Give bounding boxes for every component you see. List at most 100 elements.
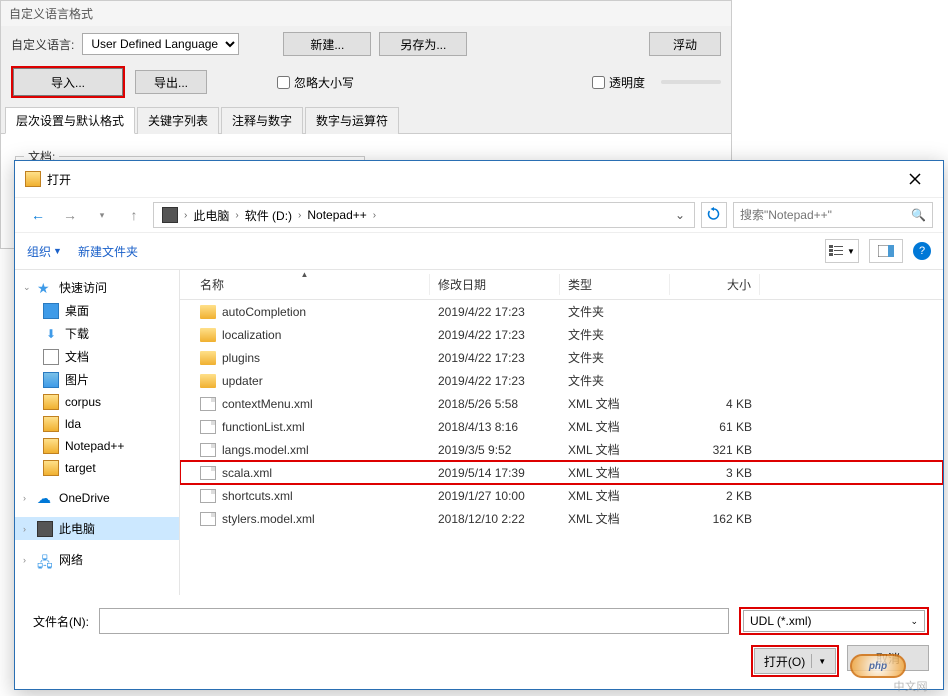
file-name: updater xyxy=(222,374,263,388)
file-size: 3 KB xyxy=(670,465,760,481)
file-row[interactable]: contextMenu.xml2018/5/26 5:58XML 文档4 KB xyxy=(180,392,943,415)
file-size xyxy=(670,380,760,382)
file-row[interactable]: shortcuts.xml2019/1/27 10:00XML 文档2 KB xyxy=(180,484,943,507)
file-type: XML 文档 xyxy=(560,509,670,528)
breadcrumb-dropdown[interactable]: ⌄ xyxy=(670,208,690,222)
search-input[interactable] xyxy=(740,208,911,222)
preview-pane-button[interactable] xyxy=(869,239,903,263)
file-type: XML 文档 xyxy=(560,394,670,413)
bc-seg-0[interactable]: 此电脑 xyxy=(189,207,233,224)
refresh-button[interactable] xyxy=(701,202,727,228)
file-name: contextMenu.xml xyxy=(222,397,313,411)
file-name: shortcuts.xml xyxy=(222,489,293,503)
bc-root-icon[interactable] xyxy=(158,207,182,223)
close-button[interactable] xyxy=(897,167,933,191)
document-icon xyxy=(43,349,59,365)
breadcrumb[interactable]: › 此电脑 › 软件 (D:) › Notepad++ › ⌄ xyxy=(153,202,695,228)
col-header-name[interactable]: ▲名称 xyxy=(180,274,430,295)
nav-back-button[interactable]: ← xyxy=(25,202,51,228)
sidebar: ⌄ ★ 快速访问 桌面 ⬇下载 文档 图片 corpus lda Notepad… xyxy=(15,270,180,595)
newfolder-button[interactable]: 新建文件夹 xyxy=(78,243,138,260)
file-filter-select[interactable]: UDL (*.xml) ⌄ xyxy=(743,610,925,632)
tab-keywords[interactable]: 关键字列表 xyxy=(137,107,219,134)
file-name: autoCompletion xyxy=(222,305,306,319)
dialog-icon xyxy=(25,171,41,187)
new-button[interactable]: 新建... xyxy=(283,32,371,56)
sidebar-item-onedrive[interactable]: ›☁OneDrive xyxy=(15,487,179,509)
expand-icon[interactable]: › xyxy=(23,493,26,503)
col-header-size[interactable]: 大小 xyxy=(670,274,760,295)
col-header-type[interactable]: 类型 xyxy=(560,274,670,295)
file-icon xyxy=(200,443,216,457)
pc-icon xyxy=(162,207,178,223)
view-options-button[interactable]: ▼ xyxy=(825,239,859,263)
lang-select[interactable]: User Defined Language xyxy=(82,33,239,55)
tab-comments[interactable]: 注释与数字 xyxy=(221,107,303,134)
folder-icon xyxy=(43,394,59,410)
transparency-slider[interactable] xyxy=(661,80,721,84)
sidebar-item-target[interactable]: target xyxy=(15,457,179,479)
watermark-logo: php xyxy=(850,654,906,678)
help-button[interactable]: ? xyxy=(913,242,931,260)
nav-history-button[interactable]: ▾ xyxy=(89,202,115,228)
file-row[interactable]: updater2019/4/22 17:23文件夹 xyxy=(180,369,943,392)
sidebar-item-pictures[interactable]: 图片 xyxy=(15,368,179,391)
folder-icon xyxy=(200,374,216,388)
file-date: 2018/4/13 8:16 xyxy=(430,419,560,435)
expand-icon[interactable]: › xyxy=(23,524,26,534)
saveas-button[interactable]: 另存为... xyxy=(379,32,467,56)
organize-menu[interactable]: 组织▼ xyxy=(27,243,62,260)
float-button[interactable]: 浮动 xyxy=(649,32,721,56)
file-type: 文件夹 xyxy=(560,302,670,321)
file-row[interactable]: functionList.xml2018/4/13 8:16XML 文档61 K… xyxy=(180,415,943,438)
sidebar-item-corpus[interactable]: corpus xyxy=(15,391,179,413)
file-row[interactable]: plugins2019/4/22 17:23文件夹 xyxy=(180,346,943,369)
file-row[interactable]: autoCompletion 2019/4/22 17:23文件夹 xyxy=(180,300,943,323)
file-name: functionList.xml xyxy=(222,420,305,434)
import-button[interactable]: 导入... xyxy=(13,68,123,96)
col-header-date[interactable]: 修改日期 xyxy=(430,274,560,295)
file-row[interactable]: scala.xml2019/5/14 17:39XML 文档3 KB xyxy=(180,461,943,484)
ignorecase-checkbox[interactable] xyxy=(277,76,290,89)
star-icon: ★ xyxy=(37,280,53,296)
expand-icon[interactable]: › xyxy=(23,555,26,565)
chevron-icon: › xyxy=(373,210,376,221)
nav-up-button[interactable]: ↑ xyxy=(121,202,147,228)
transparency-wrap: 透明度 xyxy=(592,74,645,91)
file-date: 2019/4/22 17:23 xyxy=(430,304,560,320)
desktop-icon xyxy=(43,303,59,319)
file-list: autoCompletion2019/4/22 17:23文件夹localiza… xyxy=(180,300,943,595)
sidebar-item-downloads[interactable]: ⬇下载 xyxy=(15,322,179,345)
file-date: 2018/5/26 5:58 xyxy=(430,396,560,412)
picture-icon xyxy=(43,372,59,388)
sidebar-item-lda[interactable]: lda xyxy=(15,413,179,435)
sidebar-item-notepadpp[interactable]: Notepad++ xyxy=(15,435,179,457)
search-box[interactable]: 🔍 xyxy=(733,202,933,228)
tab-hierarchy[interactable]: 层次设置与默认格式 xyxy=(5,107,135,134)
sidebar-item-network[interactable]: ›🖧网络 xyxy=(15,548,179,571)
folder-icon xyxy=(200,351,216,365)
filename-input[interactable] xyxy=(99,608,729,634)
transparency-checkbox[interactable] xyxy=(592,76,605,89)
file-list-area: ▲名称 修改日期 类型 大小 autoCompletion 2019/4/22 1… xyxy=(180,270,943,595)
bc-seg-1[interactable]: 软件 (D:) xyxy=(241,207,296,224)
open-button[interactable]: 打开(O)▼ xyxy=(754,648,836,674)
sidebar-item-thispc[interactable]: ›此电脑 xyxy=(15,517,179,540)
chevron-icon: › xyxy=(184,210,187,221)
tab-operators[interactable]: 数字与运算符 xyxy=(305,107,399,134)
file-type: XML 文档 xyxy=(560,486,670,505)
sidebar-item-quickaccess[interactable]: ⌄ ★ 快速访问 xyxy=(15,276,179,299)
file-row[interactable]: stylers.model.xml2018/12/10 2:22XML 文档16… xyxy=(180,507,943,530)
file-icon xyxy=(200,397,216,411)
refresh-icon xyxy=(707,207,721,221)
nav-forward-button[interactable]: → xyxy=(57,202,83,228)
bc-seg-2[interactable]: Notepad++ xyxy=(303,208,370,222)
file-type: 文件夹 xyxy=(560,371,670,390)
expand-icon[interactable]: ⌄ xyxy=(23,282,31,293)
file-row[interactable]: localization2019/4/22 17:23文件夹 xyxy=(180,323,943,346)
sidebar-item-desktop[interactable]: 桌面 xyxy=(15,299,179,322)
sidebar-item-documents[interactable]: 文档 xyxy=(15,345,179,368)
file-row[interactable]: langs.model.xml2019/3/5 9:52XML 文档321 KB xyxy=(180,438,943,461)
file-type: 文件夹 xyxy=(560,348,670,367)
export-button[interactable]: 导出... xyxy=(135,70,207,94)
